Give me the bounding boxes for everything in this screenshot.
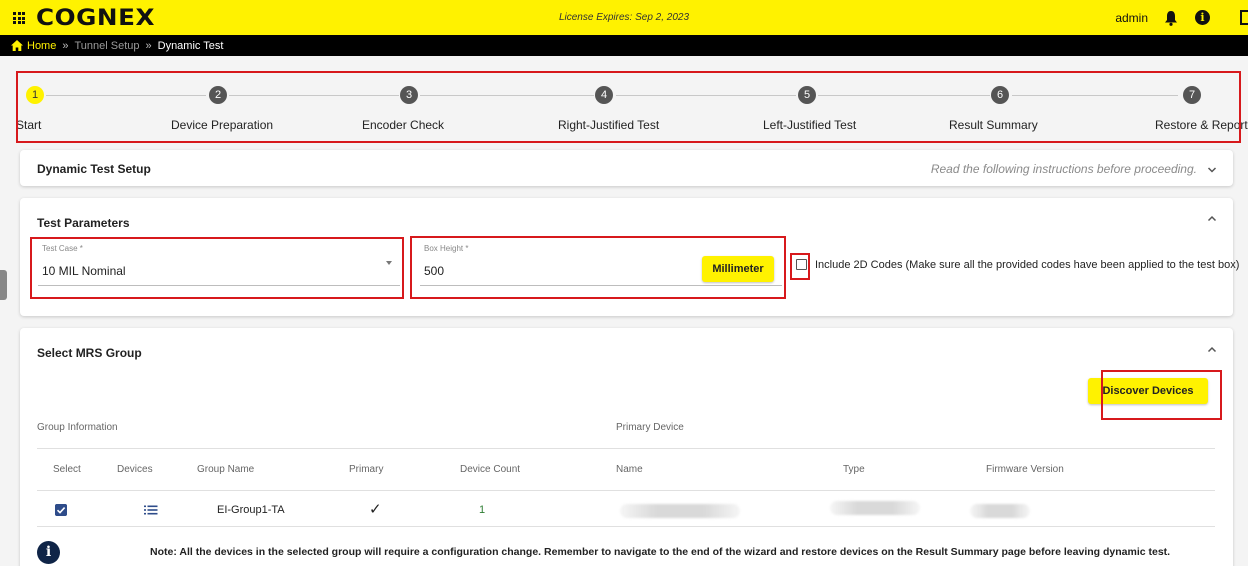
step-number: 7 [1183, 86, 1201, 104]
step-label: Encoder Check [362, 118, 445, 132]
bell-icon[interactable] [1164, 10, 1178, 26]
step-label: Right-Justified Test [558, 118, 660, 132]
step-label: Result Summary [949, 118, 1038, 132]
side-drawer-handle[interactable] [0, 270, 7, 300]
panel-title: Dynamic Test Setup [37, 162, 151, 176]
step-number: 3 [400, 86, 418, 104]
top-header: COGNEX License Expires: Sep 2, 2023 admi… [0, 0, 1248, 35]
breadcrumb-current: Dynamic Test [157, 39, 224, 52]
redacted-device-name [620, 504, 740, 518]
home-icon [11, 40, 23, 51]
divider [37, 490, 1215, 491]
primary-check-icon: ✓ [369, 501, 382, 518]
logout-icon[interactable] [1240, 10, 1248, 25]
divider [37, 526, 1215, 527]
wizard-stepper: 1 Start 2 Device Preparation 3 Encoder C… [16, 73, 1248, 141]
group-name-cell: EI-Group1-TA [217, 504, 285, 516]
license-expiry: License Expires: Sep 2, 2023 [558, 12, 690, 23]
setup-hint: Read the following instructions before p… [930, 162, 1197, 176]
column-header-select: Select [53, 464, 81, 475]
step-label: Device Preparation [171, 118, 274, 132]
device-count-cell: 1 [479, 504, 486, 516]
step-connector [616, 95, 796, 96]
test-case-select[interactable]: Test Case * 10 MIL Nominal [38, 244, 400, 286]
discover-devices-button[interactable]: Discover Devices [1088, 378, 1208, 404]
step-label: Left-Justified Test [763, 118, 857, 132]
field-label: Test Case * [42, 244, 83, 253]
step-connector [1012, 95, 1178, 96]
step-number: 4 [595, 86, 613, 104]
device-list-icon[interactable] [144, 505, 158, 515]
panel-title: Select MRS Group [37, 346, 142, 360]
step-number: 1 [26, 86, 44, 104]
group-information-header: Group Information [37, 422, 118, 433]
redacted-firmware-version [970, 504, 1030, 518]
row-select-checkbox[interactable] [55, 504, 67, 516]
dynamic-test-setup-panel[interactable]: Dynamic Test Setup Read the following in… [20, 150, 1233, 186]
step-connector [420, 95, 594, 96]
user-menu[interactable]: admin [1115, 11, 1148, 25]
step-connector [229, 95, 399, 96]
column-header-type: Type [843, 464, 865, 475]
column-header-group-name: Group Name [197, 464, 255, 475]
chevron-up-icon[interactable] [1207, 345, 1217, 355]
step-connector [818, 95, 990, 96]
breadcrumb-home[interactable]: Home [27, 40, 56, 52]
unit-millimeter-button[interactable]: Millimeter [702, 256, 774, 282]
include-2d-label: Include 2D Codes (Make sure all the prov… [815, 259, 1240, 271]
primary-device-header: Primary Device [616, 422, 684, 433]
breadcrumb-tunnel-setup[interactable]: Tunnel Setup [74, 40, 139, 52]
step-label: Start [16, 118, 42, 132]
column-header-name: Name [616, 464, 643, 475]
field-value: 500 [424, 264, 445, 278]
step-number: 6 [991, 86, 1009, 104]
cognex-logo: COGNEX [36, 6, 156, 31]
breadcrumb: Home » Tunnel Setup » Dynamic Test [0, 35, 1248, 56]
step-label: Restore & Report [1155, 118, 1248, 132]
chevron-down-icon[interactable] [1207, 165, 1217, 175]
step-connector [46, 95, 206, 96]
divider [37, 448, 1215, 449]
panel-title: Test Parameters [37, 216, 130, 230]
dropdown-arrow-icon [386, 261, 392, 265]
field-label: Box Height * [424, 244, 469, 253]
field-value: 10 MIL Nominal [42, 264, 126, 278]
column-header-devices: Devices [117, 464, 153, 475]
test-parameters-panel: Test Parameters Test Case * 10 MIL Nomin… [20, 198, 1239, 316]
info-icon[interactable]: i [1195, 10, 1210, 25]
step-number: 5 [798, 86, 816, 104]
redacted-device-type [830, 501, 920, 515]
apps-grid-icon[interactable] [13, 12, 25, 24]
breadcrumb-separator: » [145, 39, 152, 52]
column-header-firmware-version: Firmware Version [986, 464, 1064, 475]
column-header-device-count: Device Count [460, 464, 521, 475]
info-icon: i [37, 541, 60, 564]
column-header-primary: Primary [349, 464, 384, 475]
chevron-up-icon[interactable] [1207, 214, 1217, 224]
include-2d-checkbox[interactable] [796, 259, 807, 270]
step-number: 2 [209, 86, 227, 104]
breadcrumb-separator: » [62, 39, 69, 52]
configuration-note: Note: All the devices in the selected gr… [150, 546, 1171, 558]
select-mrs-group-panel: Select MRS Group Discover Devices Group … [20, 328, 1233, 566]
